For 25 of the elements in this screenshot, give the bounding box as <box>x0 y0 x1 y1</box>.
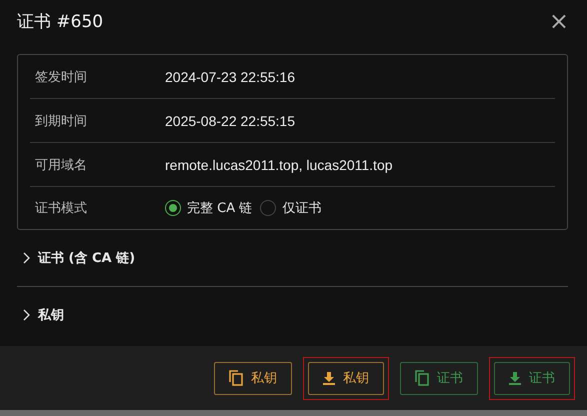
copy-icon <box>415 370 429 386</box>
close-button[interactable]: × <box>544 9 573 33</box>
download-button[interactable]: 私钥 <box>308 362 384 394</box>
radio-button[interactable] <box>165 200 181 216</box>
copy-button[interactable]: 私钥 <box>214 362 292 394</box>
dialog-title: 证书 #650 <box>17 10 104 32</box>
field-label: 签发时间 <box>34 68 88 86</box>
chevron-icon <box>22 309 30 321</box>
download-icon <box>323 372 335 384</box>
collapsible-header[interactable]: 证书 (含 CA 链) <box>0 230 587 286</box>
field-value: 2024-07-23 22:55:16 <box>165 68 295 84</box>
chevron-icon <box>22 252 30 264</box>
download-icon <box>509 372 521 384</box>
copy-button[interactable]: 证书 <box>400 362 478 394</box>
radio-button[interactable] <box>260 200 276 216</box>
radio-label[interactable]: 完整 CA 链 <box>187 199 252 217</box>
collapsible-header[interactable]: 私钥 <box>0 287 587 343</box>
field-value: remote.lucas2011.top, lucas2011.top <box>165 156 393 172</box>
field-label: 证书模式 <box>34 200 88 217</box>
copy-icon <box>229 370 243 386</box>
radio-label[interactable]: 仅证书 <box>282 199 322 217</box>
field-label: 到期时间 <box>34 112 88 130</box>
field-value: 2025-08-22 22:55:15 <box>165 112 295 128</box>
field-label: 可用域名 <box>34 156 88 174</box>
download-button[interactable]: 证书 <box>494 362 570 394</box>
